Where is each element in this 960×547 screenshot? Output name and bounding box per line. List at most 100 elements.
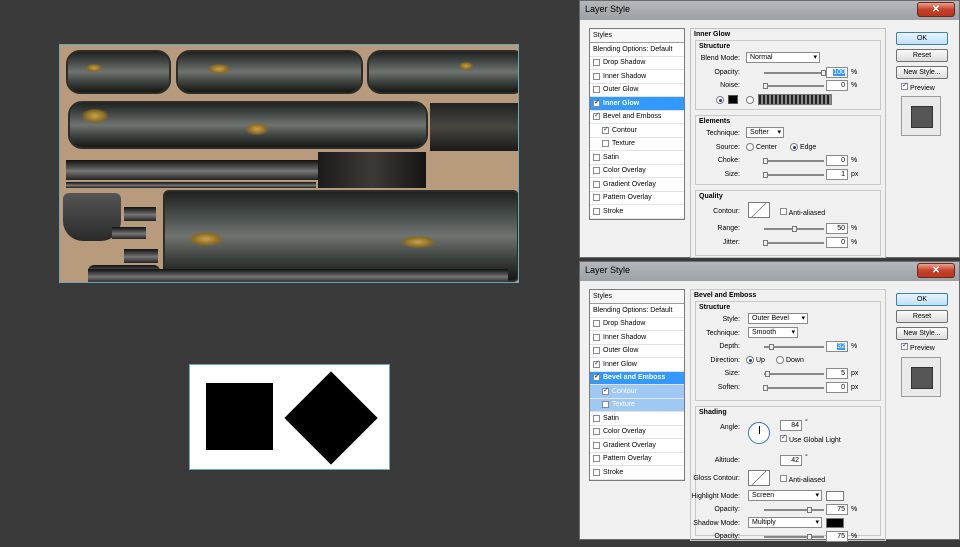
range-slider[interactable] bbox=[764, 226, 824, 232]
style-item-bevel-and-emboss[interactable]: Bevel and Emboss bbox=[590, 111, 684, 124]
style-checkbox[interactable] bbox=[602, 140, 609, 148]
angle-dial[interactable] bbox=[748, 422, 770, 444]
gradient-radio[interactable] bbox=[746, 95, 754, 104]
style-checkbox[interactable] bbox=[593, 111, 600, 121]
style-item-color-overlay[interactable]: Color Overlay bbox=[590, 426, 684, 439]
source-edge-option[interactable]: Edge bbox=[790, 142, 816, 151]
style-checkbox[interactable] bbox=[593, 86, 600, 94]
dialog-titlebar[interactable]: Layer Style ✕ bbox=[580, 1, 959, 20]
style-item-pattern-overlay[interactable]: Pattern Overlay bbox=[590, 453, 684, 466]
styles-header[interactable]: Styles bbox=[590, 290, 684, 304]
style-item-drop-shadow[interactable]: Drop Shadow bbox=[590, 57, 684, 70]
style-checkbox[interactable] bbox=[602, 125, 609, 134]
size-input[interactable]: 1 bbox=[826, 168, 848, 180]
shadow-opacity-input[interactable]: 75 bbox=[826, 531, 848, 542]
style-item-texture[interactable]: Texture bbox=[590, 138, 684, 151]
style-checkbox[interactable] bbox=[593, 72, 600, 80]
noise-input[interactable]: 0 bbox=[826, 80, 848, 91]
style-item-blending-options-default[interactable]: Blending Options: Default bbox=[590, 43, 684, 57]
style-checkbox[interactable] bbox=[593, 167, 600, 175]
dialog-titlebar[interactable]: Layer Style ✕ bbox=[580, 262, 959, 281]
style-checkbox[interactable] bbox=[593, 59, 600, 67]
new-style-button[interactable]: New Style... bbox=[896, 66, 948, 79]
style-item-color-overlay[interactable]: Color Overlay bbox=[590, 165, 684, 178]
style-checkbox[interactable] bbox=[593, 428, 600, 436]
style-checkbox[interactable] bbox=[593, 468, 600, 476]
style-checkbox[interactable] bbox=[593, 207, 600, 215]
style-item-satin[interactable]: Satin bbox=[590, 412, 684, 426]
noise-slider[interactable] bbox=[763, 83, 824, 89]
style-checkbox[interactable] bbox=[593, 347, 600, 355]
glow-color-swatch[interactable] bbox=[728, 94, 738, 104]
style-checkbox[interactable] bbox=[593, 194, 600, 202]
blend-mode-select[interactable]: Normal bbox=[746, 52, 820, 63]
technique-select[interactable]: Smooth bbox=[748, 326, 798, 338]
style-checkbox[interactable] bbox=[593, 320, 600, 328]
shadow-color-swatch[interactable] bbox=[826, 517, 844, 528]
size-slider[interactable] bbox=[763, 171, 824, 178]
close-button[interactable]: ✕ bbox=[917, 2, 955, 17]
style-checkbox[interactable] bbox=[602, 401, 609, 409]
size-slider[interactable] bbox=[764, 371, 824, 377]
depth-slider[interactable] bbox=[764, 344, 824, 350]
style-item-outer-glow[interactable]: Outer Glow bbox=[590, 84, 684, 97]
style-select[interactable]: Outer Bevel bbox=[748, 313, 808, 324]
style-item-satin[interactable]: Satin bbox=[590, 151, 684, 165]
style-checkbox[interactable] bbox=[593, 455, 600, 463]
soften-input[interactable]: 0 bbox=[826, 381, 848, 393]
style-checkbox[interactable] bbox=[593, 414, 600, 422]
style-checkbox[interactable] bbox=[593, 441, 600, 449]
anti-aliased-option[interactable]: Anti-aliased bbox=[780, 208, 825, 217]
styles-header[interactable]: Styles bbox=[590, 29, 684, 43]
choke-slider[interactable] bbox=[763, 158, 824, 164]
highlight-mode-select[interactable]: Screen bbox=[748, 489, 822, 501]
preview-option[interactable]: Preview bbox=[901, 81, 935, 92]
close-button[interactable]: ✕ bbox=[917, 263, 955, 278]
angle-input[interactable]: 84 bbox=[780, 420, 802, 431]
style-item-inner-shadow[interactable]: Inner Shadow bbox=[590, 70, 684, 84]
direction-up-option[interactable]: Up bbox=[746, 355, 765, 364]
style-checkbox[interactable] bbox=[593, 180, 600, 188]
style-checkbox[interactable] bbox=[593, 153, 600, 161]
style-item-blending-options-default[interactable]: Blending Options: Default bbox=[590, 304, 684, 318]
reset-button[interactable]: Reset bbox=[896, 49, 948, 62]
opacity-input[interactable]: 100 bbox=[826, 66, 848, 78]
gloss-contour-picker[interactable] bbox=[748, 469, 770, 486]
style-item-texture[interactable]: Texture bbox=[590, 398, 684, 412]
style-item-inner-glow[interactable]: Inner Glow bbox=[590, 97, 684, 111]
range-input[interactable]: 50 bbox=[826, 223, 848, 234]
glow-gradient-swatch[interactable] bbox=[758, 93, 832, 105]
color-radio[interactable] bbox=[716, 95, 724, 104]
style-item-drop-shadow[interactable]: Drop Shadow bbox=[590, 318, 684, 331]
style-item-bevel-and-emboss[interactable]: Bevel and Emboss bbox=[590, 371, 684, 385]
jitter-slider[interactable] bbox=[763, 239, 824, 246]
size-input[interactable]: 5 bbox=[826, 368, 848, 379]
technique-select[interactable]: Softer bbox=[746, 127, 784, 138]
source-center-option[interactable]: Center bbox=[746, 142, 777, 151]
style-checkbox[interactable] bbox=[593, 372, 600, 382]
direction-down-option[interactable]: Down bbox=[776, 355, 804, 364]
style-item-outer-glow[interactable]: Outer Glow bbox=[590, 345, 684, 358]
preview-option[interactable]: Preview bbox=[901, 341, 935, 352]
style-checkbox[interactable] bbox=[602, 386, 609, 395]
highlight-color-swatch[interactable] bbox=[826, 490, 844, 501]
style-checkbox[interactable] bbox=[593, 359, 600, 368]
soften-slider[interactable] bbox=[763, 384, 824, 391]
highlight-opacity-input[interactable]: 75 bbox=[826, 504, 848, 515]
shadow-mode-select[interactable]: Multiply bbox=[748, 516, 822, 528]
highlight-opacity-slider[interactable] bbox=[764, 507, 824, 513]
jitter-input[interactable]: 0 bbox=[826, 236, 848, 248]
ok-button[interactable]: OK bbox=[896, 293, 948, 306]
style-item-stroke[interactable]: Stroke bbox=[590, 466, 684, 480]
opacity-slider[interactable] bbox=[764, 69, 826, 76]
style-item-inner-shadow[interactable]: Inner Shadow bbox=[590, 331, 684, 345]
style-item-contour[interactable]: Contour bbox=[590, 124, 684, 138]
choke-input[interactable]: 0 bbox=[826, 155, 848, 166]
style-item-gradient-overlay[interactable]: Gradient Overlay bbox=[590, 439, 684, 453]
style-item-stroke[interactable]: Stroke bbox=[590, 205, 684, 219]
style-item-inner-glow[interactable]: Inner Glow bbox=[590, 358, 684, 372]
style-item-pattern-overlay[interactable]: Pattern Overlay bbox=[590, 192, 684, 205]
use-global-light-option[interactable]: Use Global Light bbox=[780, 433, 841, 444]
style-item-contour[interactable]: Contour bbox=[590, 385, 684, 399]
style-checkbox[interactable] bbox=[593, 98, 600, 107]
